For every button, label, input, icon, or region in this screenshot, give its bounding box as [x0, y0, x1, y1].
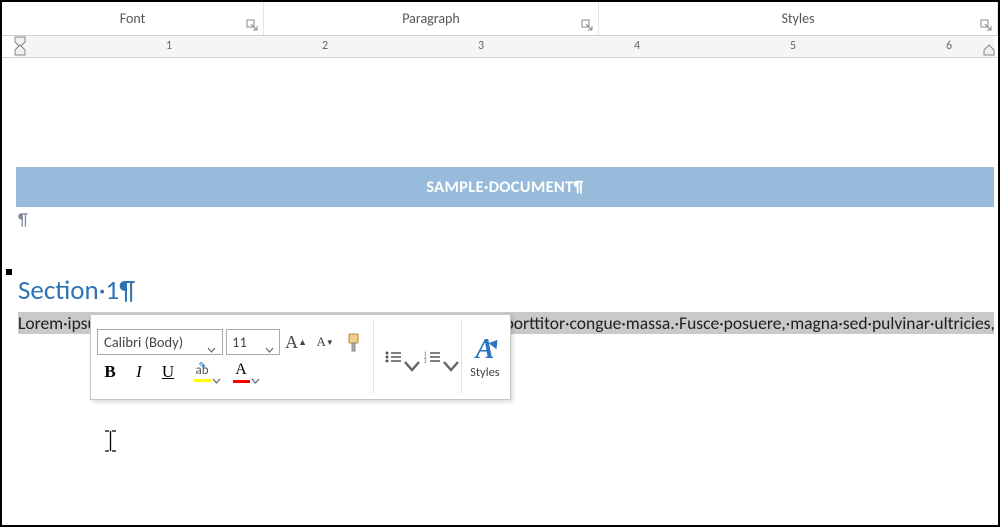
ribbon-group-font: Font	[2, 2, 264, 35]
ruler-number: 2	[322, 39, 328, 53]
heading-section-1[interactable]: Section·1¶	[16, 274, 994, 307]
styles-dialog-launcher-icon[interactable]	[980, 19, 993, 32]
paragraph-dialog-launcher-icon[interactable]	[581, 19, 594, 32]
underline-button[interactable]: U	[155, 359, 181, 385]
highlight-color-button[interactable]: ab ✎	[184, 359, 220, 385]
chevron-down-icon	[403, 354, 412, 360]
ruler-number: 6	[946, 39, 952, 53]
ribbon-group-label: Styles	[781, 10, 814, 27]
font-size-select[interactable]: 11	[226, 329, 280, 355]
format-painter-button[interactable]	[341, 329, 367, 355]
ruler-number: 4	[634, 39, 640, 53]
font-color-button[interactable]: A	[223, 359, 259, 385]
styles-button[interactable]: A Styles	[462, 315, 510, 399]
ruler-number: 5	[790, 39, 796, 53]
italic-button[interactable]: I	[126, 359, 152, 385]
ribbon-group-labels: Font Paragraph Styles	[2, 2, 998, 36]
styles-icon: A	[476, 336, 495, 364]
chevron-down-icon	[265, 339, 274, 345]
ribbon-group-label: Paragraph	[402, 10, 460, 27]
chevron-down-icon	[442, 354, 451, 360]
font-size-value: 11	[232, 333, 247, 351]
horizontal-ruler[interactable]: 1 2 3 4 5 6	[2, 36, 998, 58]
bold-button[interactable]: B	[97, 359, 123, 385]
left-indent-marker-icon[interactable]	[14, 36, 26, 56]
chevron-down-icon	[212, 369, 221, 375]
text-cursor-icon	[103, 430, 118, 452]
font-family-select[interactable]: Calibri (Body)	[97, 329, 223, 355]
page-content[interactable]: SAMPLE·DOCUMENT¶ ¶ Section·1¶ Lorem·ipsu…	[16, 72, 994, 525]
grow-font-button[interactable]: A▲	[283, 329, 309, 355]
ruler-number: 3	[478, 39, 484, 53]
selection-margin-marker	[6, 269, 12, 275]
mini-toolbar: Calibri (Body) 11 A▲ A▼ B I U ab	[90, 314, 511, 400]
font-family-value: Calibri (Body)	[104, 333, 183, 351]
styles-label: Styles	[470, 365, 500, 380]
bullet-list-button[interactable]	[380, 344, 416, 370]
svg-text:3: 3	[424, 359, 427, 364]
ruler-number: 1	[166, 39, 172, 53]
right-indent-marker-icon[interactable]	[983, 36, 995, 56]
empty-paragraph[interactable]: ¶	[16, 207, 994, 230]
shrink-font-button[interactable]: A▼	[312, 329, 338, 355]
document-title-block[interactable]: SAMPLE·DOCUMENT¶	[16, 167, 994, 207]
ribbon-group-label: Font	[120, 10, 146, 27]
chevron-down-icon	[251, 369, 260, 375]
ribbon-group-styles: Styles	[599, 2, 998, 35]
numbered-list-button[interactable]: 123	[419, 344, 455, 370]
chevron-down-icon	[207, 339, 216, 345]
ribbon-group-paragraph: Paragraph	[264, 2, 599, 35]
font-dialog-launcher-icon[interactable]	[246, 19, 259, 32]
